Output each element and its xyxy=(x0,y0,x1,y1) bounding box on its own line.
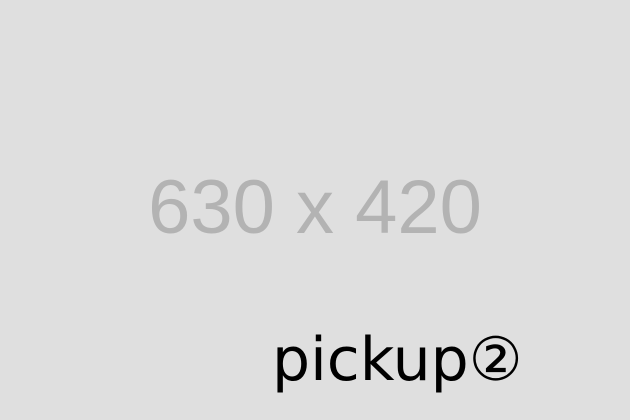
caption-label: pickup② xyxy=(272,325,523,395)
placeholder-image: 630 x 420 pickup② xyxy=(0,0,630,420)
dimensions-label: 630 x 420 xyxy=(148,165,482,250)
